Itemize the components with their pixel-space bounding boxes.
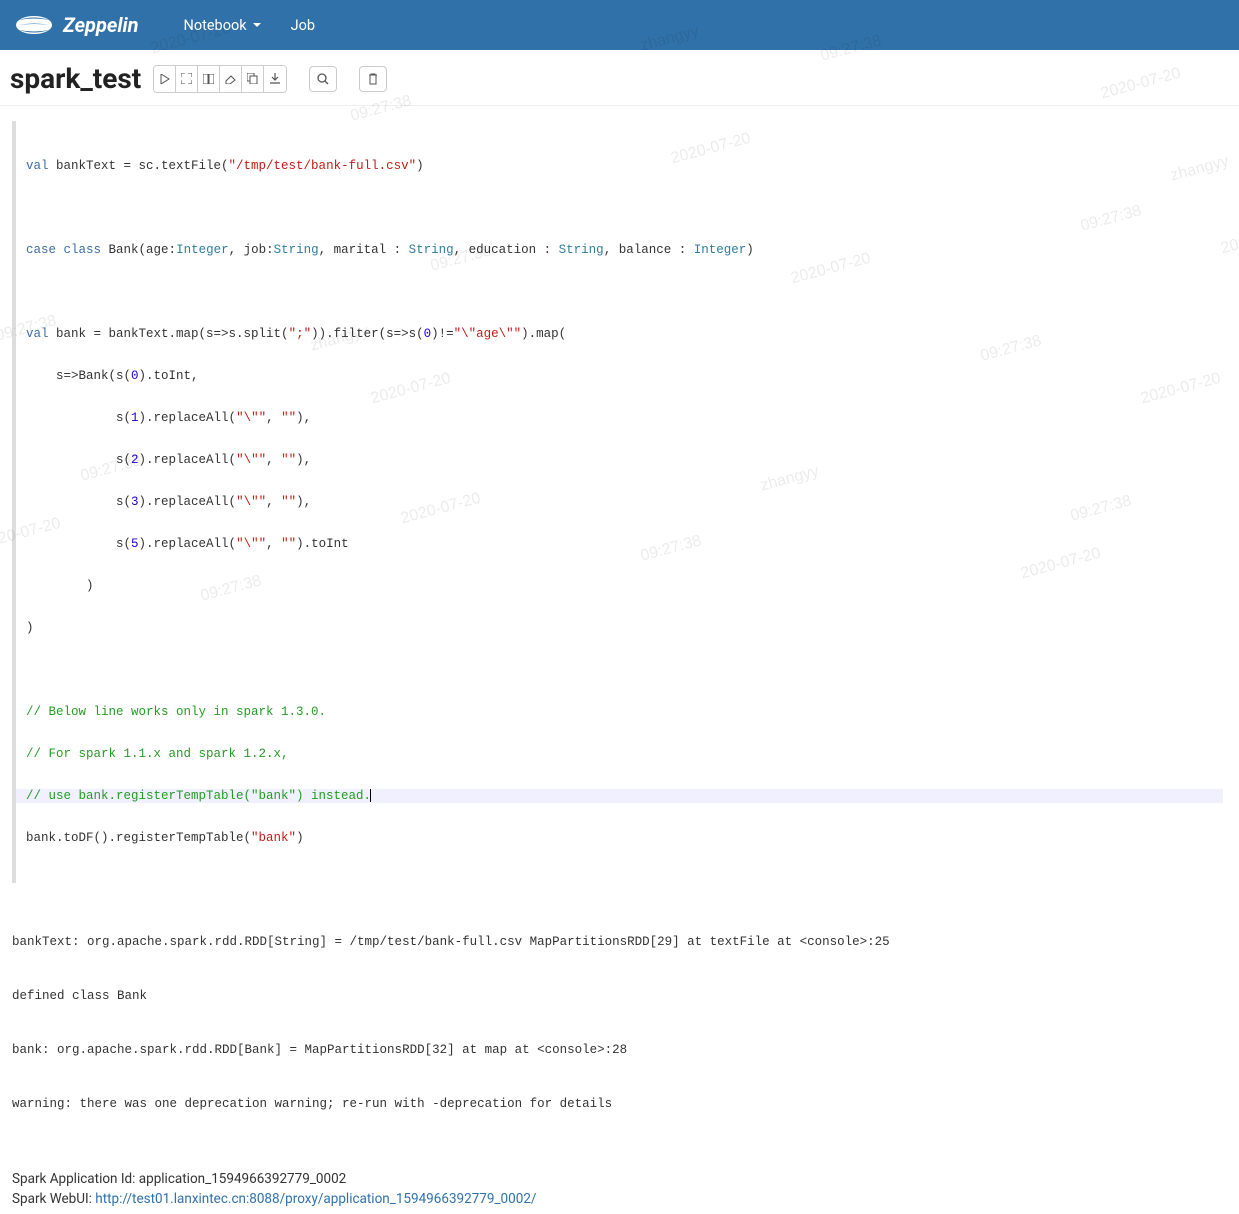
output-line: bankText: org.apache.spark.rdd.RDD[Strin… (12, 933, 1227, 951)
paragraph-status: Took 5 sec. Last updated by anonymous at… (12, 1211, 1227, 1214)
output-line: bank: org.apache.spark.rdd.RDD[Bank] = M… (12, 1041, 1227, 1059)
nav-job-label: Job (291, 17, 315, 34)
spark-app-id-label: Spark Application Id: (12, 1171, 139, 1187)
nav-job[interactable]: Job (276, 2, 330, 49)
download-icon (270, 73, 280, 84)
eraser-icon (225, 74, 236, 84)
show-hide-output-button[interactable] (198, 66, 220, 92)
clear-output-button[interactable] (220, 66, 242, 92)
title-bar: spark_test (0, 50, 1239, 106)
code-editor[interactable]: val bankText = sc.textFile("/tmp/test/ba… (12, 121, 1227, 883)
spark-webui-link[interactable]: http://test01.lanxintec.cn:8088/proxy/ap… (95, 1191, 536, 1207)
brand[interactable]: Zeppelin (15, 13, 139, 37)
toolbar-group-1 (153, 65, 287, 93)
trash-icon (368, 73, 378, 85)
output-text: bankText: org.apache.spark.rdd.RDD[Strin… (12, 891, 1227, 1151)
nav-notebook-label: Notebook (184, 17, 247, 34)
trash-button[interactable] (359, 66, 387, 92)
copy-icon (247, 73, 258, 84)
note-title[interactable]: spark_test (10, 62, 141, 95)
paragraph: val bankText = sc.textFile("/tmp/test/ba… (0, 121, 1239, 1214)
play-icon (160, 74, 170, 84)
export-note-button[interactable] (264, 66, 286, 92)
navbar: Zeppelin Notebook Job (0, 0, 1239, 50)
output-line: defined class Bank (12, 987, 1227, 1005)
editor-active-line: // use bank.registerTempTable("bank") in… (12, 789, 1223, 803)
spark-meta: Spark Application Id: application_159496… (12, 1151, 1227, 1211)
brand-text: Zeppelin (63, 13, 139, 37)
clone-note-button[interactable] (242, 66, 264, 92)
nav-notebook-dropdown[interactable]: Notebook (169, 2, 276, 49)
text-cursor (370, 789, 371, 802)
zeppelin-logo-icon (15, 14, 53, 36)
caret-down-icon (253, 23, 261, 27)
show-hide-code-button[interactable] (176, 66, 198, 92)
expand-icon (181, 73, 192, 84)
search-code-button[interactable] (309, 66, 337, 92)
output-line: warning: there was one deprecation warni… (12, 1095, 1227, 1113)
book-icon (203, 74, 214, 84)
spark-app-id: application_1594966392779_0002 (139, 1171, 347, 1187)
spark-webui-label: Spark WebUI: (12, 1191, 95, 1207)
run-all-button[interactable] (154, 66, 176, 92)
search-icon (317, 73, 329, 85)
